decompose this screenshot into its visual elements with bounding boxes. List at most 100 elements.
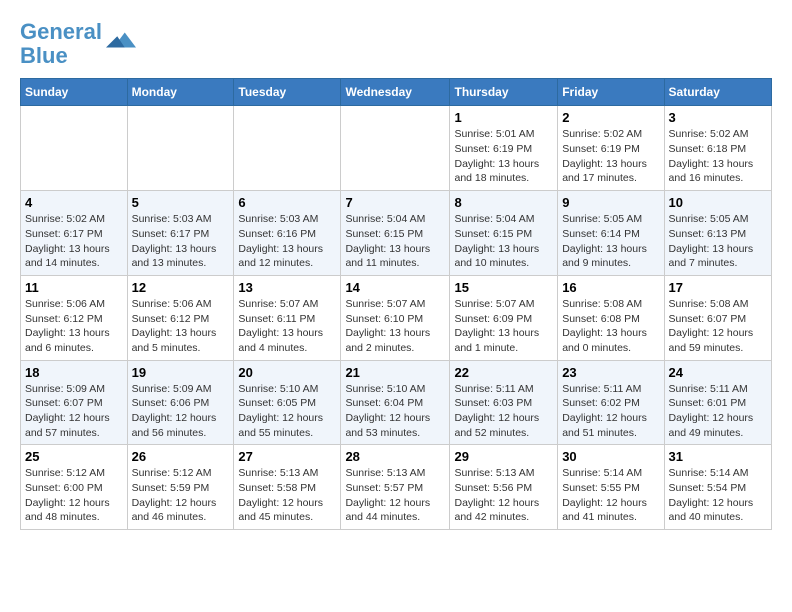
day-number: 27 [238, 449, 336, 464]
day-cell: 20Sunrise: 5:10 AMSunset: 6:05 PMDayligh… [234, 360, 341, 445]
day-info: Sunrise: 5:07 AMSunset: 6:11 PMDaylight:… [238, 297, 336, 356]
day-cell: 17Sunrise: 5:08 AMSunset: 6:07 PMDayligh… [664, 275, 771, 360]
day-info: Sunrise: 5:04 AMSunset: 6:15 PMDaylight:… [345, 212, 445, 271]
day-cell [127, 106, 234, 191]
day-cell: 4 Sunrise: 5:02 AMSunset: 6:17 PMDaylight… [21, 191, 128, 276]
day-number: 1 [454, 110, 553, 125]
day-info: Sunrise: 5:14 AMSunset: 5:55 PMDaylight:… [562, 466, 659, 525]
day-info: Sunrise: 5:08 AMSunset: 6:08 PMDaylight:… [562, 297, 659, 356]
weekday-header-thursday: Thursday [450, 79, 558, 106]
day-info: Sunrise: 5:06 AMSunset: 6:12 PMDaylight:… [25, 297, 123, 356]
day-number: 3 [669, 110, 767, 125]
weekday-header-wednesday: Wednesday [341, 79, 450, 106]
day-cell: 30 Sunrise: 5:14 AMSunset: 5:55 PMDayligh… [558, 445, 664, 530]
day-info: Sunrise: 5:13 AMSunset: 5:57 PMDaylight:… [345, 466, 445, 525]
day-info: Sunrise: 5:12 AMSunset: 6:00 PMDaylight:… [25, 466, 123, 525]
day-number: 15 [454, 280, 553, 295]
weekday-header-row: SundayMondayTuesdayWednesdayThursdayFrid… [21, 79, 772, 106]
day-number: 20 [238, 365, 336, 380]
day-cell: 7 Sunrise: 5:04 AMSunset: 6:15 PMDaylight… [341, 191, 450, 276]
day-info: Sunrise: 5:13 AMSunset: 5:56 PMDaylight:… [454, 466, 553, 525]
day-info: Sunrise: 5:11 AMSunset: 6:02 PMDaylight:… [562, 382, 659, 441]
day-info: Sunrise: 5:07 AMSunset: 6:10 PMDaylight:… [345, 297, 445, 356]
day-info: Sunrise: 5:10 AMSunset: 6:04 PMDaylight:… [345, 382, 445, 441]
day-cell: 27Sunrise: 5:13 AMSunset: 5:58 PMDayligh… [234, 445, 341, 530]
week-row-5: 25 Sunrise: 5:12 AMSunset: 6:00 PMDayligh… [21, 445, 772, 530]
week-row-3: 11 Sunrise: 5:06 AMSunset: 6:12 PMDayligh… [21, 275, 772, 360]
day-number: 16 [562, 280, 659, 295]
day-info: Sunrise: 5:02 AMSunset: 6:18 PMDaylight:… [669, 127, 767, 186]
day-number: 21 [345, 365, 445, 380]
day-number: 10 [669, 195, 767, 210]
day-info: Sunrise: 5:01 AMSunset: 6:19 PMDaylight:… [454, 127, 553, 186]
page-header: GeneralBlue [20, 20, 772, 68]
logo-text: GeneralBlue [20, 20, 102, 68]
day-cell: 25 Sunrise: 5:12 AMSunset: 6:00 PMDayligh… [21, 445, 128, 530]
day-cell: 14 Sunrise: 5:07 AMSunset: 6:10 PMDayligh… [341, 275, 450, 360]
day-number: 17 [669, 280, 767, 295]
day-cell: 24 Sunrise: 5:11 AMSunset: 6:01 PMDayligh… [664, 360, 771, 445]
day-cell: 11 Sunrise: 5:06 AMSunset: 6:12 PMDayligh… [21, 275, 128, 360]
day-number: 25 [25, 449, 123, 464]
day-number: 7 [345, 195, 445, 210]
day-info: Sunrise: 5:02 AMSunset: 6:17 PMDaylight:… [25, 212, 123, 271]
day-number: 26 [132, 449, 230, 464]
day-cell: 22Sunrise: 5:11 AMSunset: 6:03 PMDayligh… [450, 360, 558, 445]
day-info: Sunrise: 5:04 AMSunset: 6:15 PMDaylight:… [454, 212, 553, 271]
day-info: Sunrise: 5:03 AMSunset: 6:16 PMDaylight:… [238, 212, 336, 271]
day-info: Sunrise: 5:03 AMSunset: 6:17 PMDaylight:… [132, 212, 230, 271]
day-cell: 16 Sunrise: 5:08 AMSunset: 6:08 PMDayligh… [558, 275, 664, 360]
weekday-header-tuesday: Tuesday [234, 79, 341, 106]
day-number: 14 [345, 280, 445, 295]
day-cell: 31 Sunrise: 5:14 AMSunset: 5:54 PMDayligh… [664, 445, 771, 530]
day-number: 30 [562, 449, 659, 464]
day-number: 29 [454, 449, 553, 464]
day-cell: 5 Sunrise: 5:03 AMSunset: 6:17 PMDaylight… [127, 191, 234, 276]
day-number: 4 [25, 195, 123, 210]
weekday-header-saturday: Saturday [664, 79, 771, 106]
logo-icon [106, 25, 136, 55]
day-number: 8 [454, 195, 553, 210]
week-row-1: 1 Sunrise: 5:01 AMSunset: 6:19 PMDaylight… [21, 106, 772, 191]
day-number: 9 [562, 195, 659, 210]
day-cell: 6Sunrise: 5:03 AMSunset: 6:16 PMDaylight… [234, 191, 341, 276]
day-cell: 28Sunrise: 5:13 AMSunset: 5:57 PMDayligh… [341, 445, 450, 530]
day-cell [21, 106, 128, 191]
day-info: Sunrise: 5:05 AMSunset: 6:13 PMDaylight:… [669, 212, 767, 271]
day-cell: 19 Sunrise: 5:09 AMSunset: 6:06 PMDayligh… [127, 360, 234, 445]
calendar-table: SundayMondayTuesdayWednesdayThursdayFrid… [20, 78, 772, 530]
day-number: 11 [25, 280, 123, 295]
day-number: 19 [132, 365, 230, 380]
day-cell: 13Sunrise: 5:07 AMSunset: 6:11 PMDayligh… [234, 275, 341, 360]
day-cell: 2Sunrise: 5:02 AMSunset: 6:19 PMDaylight… [558, 106, 664, 191]
day-info: Sunrise: 5:05 AMSunset: 6:14 PMDaylight:… [562, 212, 659, 271]
day-cell [341, 106, 450, 191]
day-cell: 23 Sunrise: 5:11 AMSunset: 6:02 PMDayligh… [558, 360, 664, 445]
logo: GeneralBlue [20, 20, 136, 68]
day-info: Sunrise: 5:07 AMSunset: 6:09 PMDaylight:… [454, 297, 553, 356]
day-cell: 29 Sunrise: 5:13 AMSunset: 5:56 PMDayligh… [450, 445, 558, 530]
week-row-4: 18 Sunrise: 5:09 AMSunset: 6:07 PMDayligh… [21, 360, 772, 445]
day-info: Sunrise: 5:09 AMSunset: 6:06 PMDaylight:… [132, 382, 230, 441]
day-number: 31 [669, 449, 767, 464]
day-cell [234, 106, 341, 191]
day-number: 5 [132, 195, 230, 210]
day-cell: 12Sunrise: 5:06 AMSunset: 6:12 PMDayligh… [127, 275, 234, 360]
day-info: Sunrise: 5:06 AMSunset: 6:12 PMDaylight:… [132, 297, 230, 356]
week-row-2: 4 Sunrise: 5:02 AMSunset: 6:17 PMDaylight… [21, 191, 772, 276]
day-cell: 21 Sunrise: 5:10 AMSunset: 6:04 PMDayligh… [341, 360, 450, 445]
day-cell: 18 Sunrise: 5:09 AMSunset: 6:07 PMDayligh… [21, 360, 128, 445]
day-cell: 3 Sunrise: 5:02 AMSunset: 6:18 PMDaylight… [664, 106, 771, 191]
day-info: Sunrise: 5:09 AMSunset: 6:07 PMDaylight:… [25, 382, 123, 441]
day-info: Sunrise: 5:11 AMSunset: 6:01 PMDaylight:… [669, 382, 767, 441]
day-number: 23 [562, 365, 659, 380]
weekday-header-sunday: Sunday [21, 79, 128, 106]
day-cell: 10 Sunrise: 5:05 AMSunset: 6:13 PMDayligh… [664, 191, 771, 276]
day-number: 24 [669, 365, 767, 380]
weekday-header-monday: Monday [127, 79, 234, 106]
day-cell: 9 Sunrise: 5:05 AMSunset: 6:14 PMDaylight… [558, 191, 664, 276]
day-number: 18 [25, 365, 123, 380]
weekday-header-friday: Friday [558, 79, 664, 106]
day-info: Sunrise: 5:14 AMSunset: 5:54 PMDaylight:… [669, 466, 767, 525]
day-number: 2 [562, 110, 659, 125]
